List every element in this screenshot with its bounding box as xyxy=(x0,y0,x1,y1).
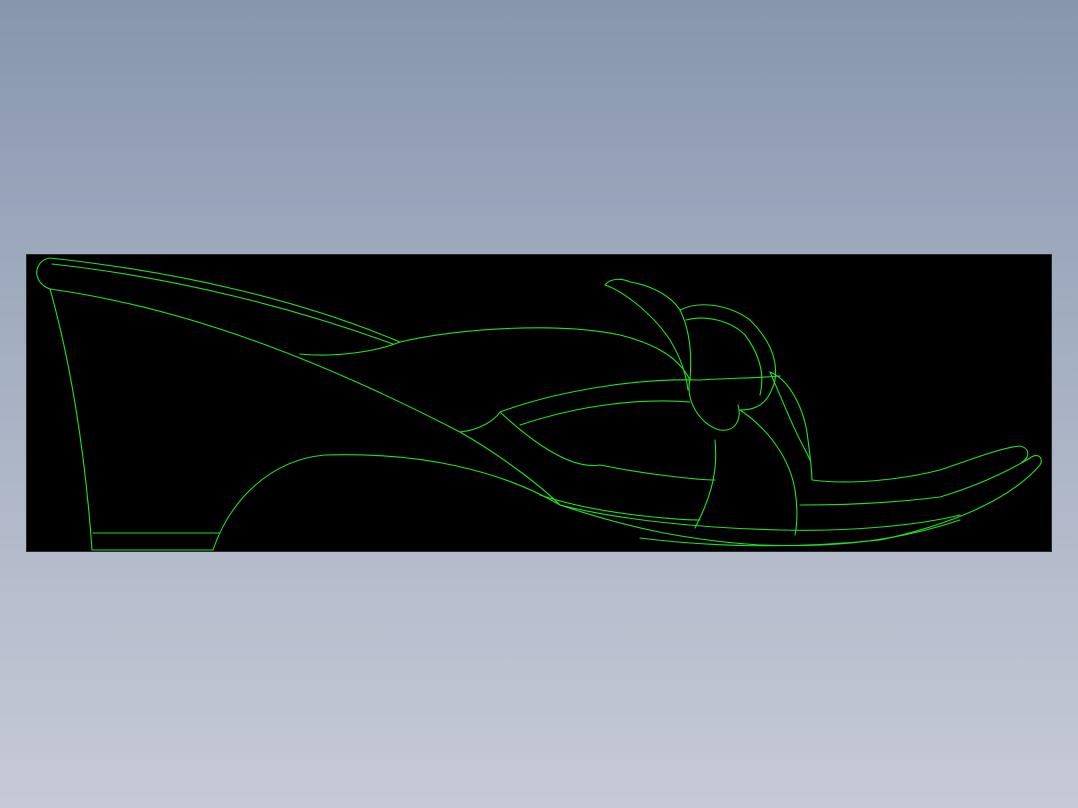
sandal-drawing xyxy=(36,257,1042,551)
heel-cap-edge xyxy=(36,257,51,290)
strap-loop-edge xyxy=(688,379,740,431)
heel-arch-edge xyxy=(212,454,561,551)
sole-line-b-edge xyxy=(539,494,701,521)
bow-knot-inner-edge xyxy=(685,317,763,396)
toe-tip-edge xyxy=(639,455,1042,547)
sandal-outline xyxy=(36,257,1042,551)
bow-tail-edge xyxy=(769,371,813,481)
bow-petal-edge xyxy=(604,278,692,381)
toe-post-right-edge xyxy=(739,409,798,536)
cad-viewport[interactable] xyxy=(0,0,1078,808)
vamp-strap-lower-edge xyxy=(459,375,781,433)
heel-strap-inner-edge xyxy=(51,263,394,345)
bow-knot-edge xyxy=(679,304,777,411)
bow-petal-inner-edge xyxy=(604,284,689,391)
vamp-strap-inner-edge xyxy=(519,400,691,426)
wedge-diagonal-edge xyxy=(459,431,961,547)
strap-crossing-edge xyxy=(499,411,716,481)
bow-tail-inner-edge xyxy=(769,371,811,461)
sole-line-a-edge xyxy=(559,504,961,531)
footbed-upper-edge xyxy=(49,288,461,433)
heel-back-edge xyxy=(49,288,93,551)
toe-post-left-edge xyxy=(694,439,717,529)
instep-strap-edge xyxy=(299,327,691,381)
